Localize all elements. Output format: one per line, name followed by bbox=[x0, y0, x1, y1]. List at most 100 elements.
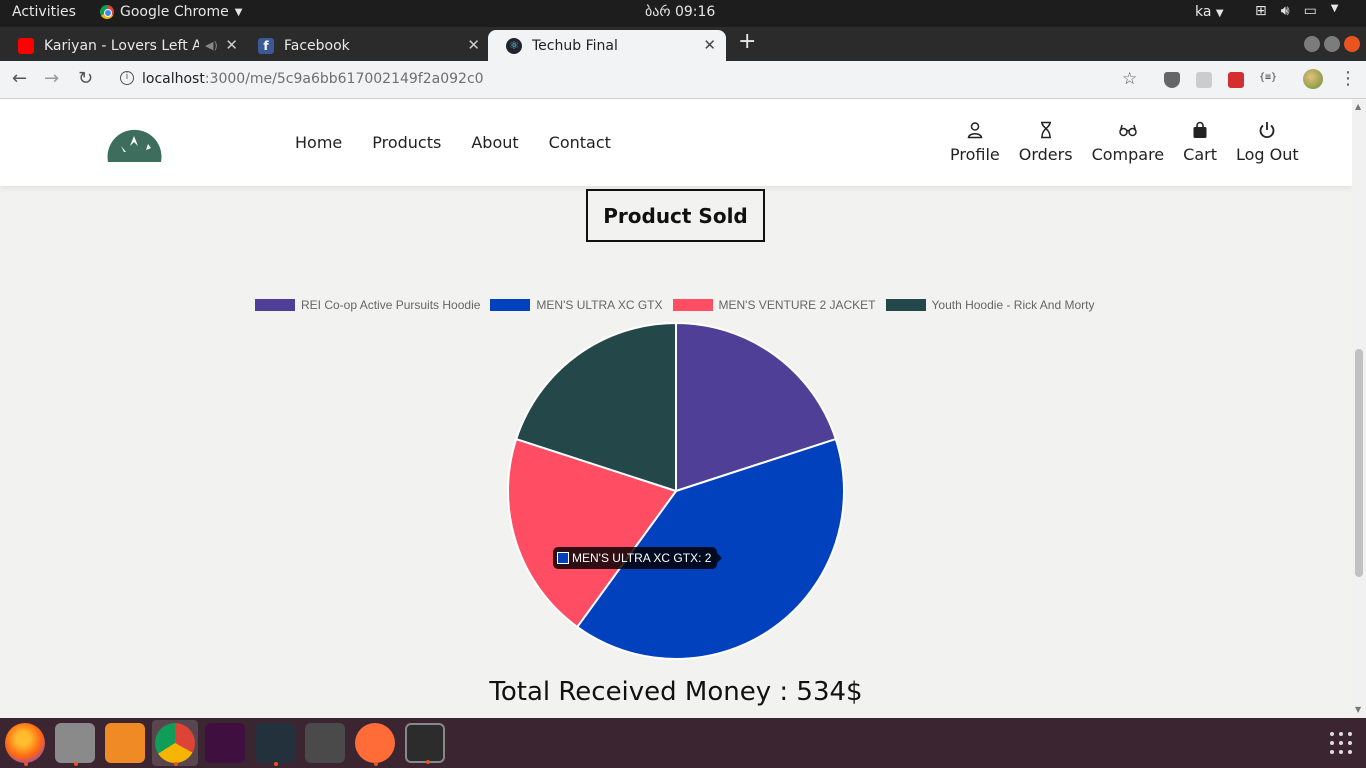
terminal-icon[interactable] bbox=[405, 723, 445, 764]
tab-label: Kariyan - Lovers Left A bbox=[44, 37, 199, 54]
system-tray[interactable]: ⊞ 🔊︎ ▭ ▼ bbox=[1255, 3, 1339, 19]
app-name: Google Chrome bbox=[120, 4, 229, 20]
nav-home[interactable]: Home bbox=[295, 133, 342, 152]
chrome-icon bbox=[100, 5, 114, 19]
menu-icon[interactable]: ⋮ bbox=[1339, 68, 1357, 89]
software-icon[interactable] bbox=[105, 723, 145, 763]
info-icon[interactable]: i bbox=[120, 71, 134, 85]
show-applications-icon[interactable] bbox=[1330, 732, 1352, 754]
audio-icon[interactable]: ◀) bbox=[205, 39, 218, 52]
facebook-icon: f bbox=[258, 37, 274, 54]
close-tab-icon[interactable]: ✕ bbox=[225, 36, 238, 54]
site-header: Home Products About Contact Profile Orde… bbox=[0, 99, 1352, 186]
nav-products[interactable]: Products bbox=[372, 133, 441, 152]
legend-swatch bbox=[490, 299, 531, 311]
bookmark-star-icon[interactable]: ☆ bbox=[1122, 69, 1137, 89]
json-extension-icon[interactable]: {≡} bbox=[1259, 72, 1277, 88]
window-controls bbox=[1304, 36, 1360, 52]
maximize-button[interactable] bbox=[1324, 36, 1340, 52]
url-text: localhost:3000/me/5c9a6bb617002149f2a092… bbox=[142, 71, 484, 87]
slack-icon[interactable] bbox=[205, 723, 245, 763]
shopping-bag-icon bbox=[1193, 121, 1207, 138]
close-window-button[interactable] bbox=[1344, 36, 1360, 52]
total-received-money: Total Received Money : 534$ bbox=[489, 677, 863, 707]
tooltip-text: MEN'S ULTRA XC GTX: 2 bbox=[572, 551, 712, 565]
tab-strip: Kariyan - Lovers Left A ◀) ✕ f Facebook … bbox=[0, 27, 1366, 61]
main-nav: Home Products About Contact bbox=[295, 133, 611, 152]
battery-icon: ▭ bbox=[1303, 3, 1317, 19]
chart-legend: REI Co-op Active Pursuits Hoodie MEN'S UL… bbox=[255, 298, 1104, 312]
files-icon[interactable] bbox=[55, 723, 95, 766]
profile-avatar[interactable] bbox=[1303, 69, 1323, 89]
minimize-button[interactable] bbox=[1304, 36, 1320, 52]
page-scrollbar[interactable]: ▲ ▼ bbox=[1352, 99, 1366, 718]
tab-youtube[interactable]: Kariyan - Lovers Left A ◀) ✕ bbox=[0, 30, 248, 61]
legend-item[interactable]: REI Co-op Active Pursuits Hoodie bbox=[255, 298, 480, 312]
network-icon: ⊞ bbox=[1255, 3, 1267, 19]
keyboard-layout[interactable]: ka ▼ bbox=[1195, 4, 1224, 20]
url-path: :3000/me/5c9a6bb617002149f2a092c0 bbox=[204, 71, 484, 87]
shield-extension-icon[interactable] bbox=[1164, 72, 1180, 88]
power-icon bbox=[1259, 122, 1275, 139]
reload-button[interactable]: ↻ bbox=[78, 68, 93, 89]
sublime-icon[interactable] bbox=[305, 723, 345, 763]
vscode-icon[interactable] bbox=[255, 723, 295, 766]
tab-label: Facebook bbox=[284, 37, 350, 54]
mountain-logo-icon[interactable] bbox=[106, 120, 163, 166]
user-nav: Profile Orders Compare Cart Log Out bbox=[950, 121, 1299, 164]
back-button[interactable]: ← bbox=[12, 68, 27, 89]
app-menu[interactable]: Google Chrome ▼ bbox=[100, 4, 242, 20]
postman-icon[interactable] bbox=[355, 723, 395, 766]
legend-item[interactable]: Youth Hoodie - Rick And Morty bbox=[885, 298, 1095, 312]
firefox-icon[interactable] bbox=[5, 723, 45, 766]
legend-swatch bbox=[255, 299, 295, 311]
nav-cart-label: Cart bbox=[1183, 145, 1217, 164]
close-tab-icon[interactable]: ✕ bbox=[703, 36, 716, 54]
scrollbar-thumb[interactable] bbox=[1355, 349, 1363, 577]
legend-swatch bbox=[885, 299, 926, 311]
url-host: localhost bbox=[142, 71, 205, 87]
extension-icon[interactable] bbox=[1228, 72, 1244, 88]
section-title: Product Sold bbox=[586, 189, 765, 242]
nav-compare-label: Compare bbox=[1091, 145, 1165, 164]
legend-label: Youth Hoodie - Rick And Morty bbox=[931, 298, 1095, 312]
clock[interactable]: ბარ 09:16 bbox=[645, 4, 715, 20]
volume-icon: 🔊︎ bbox=[1280, 3, 1290, 19]
product-sold-pie-chart[interactable] bbox=[505, 320, 847, 662]
nav-orders[interactable]: Orders bbox=[1019, 121, 1073, 164]
chevron-down-icon: ▼ bbox=[1215, 8, 1224, 19]
address-bar[interactable]: i localhost:3000/me/5c9a6bb617002149f2a0… bbox=[110, 65, 1150, 95]
tab-label: Techub Final bbox=[532, 37, 618, 54]
nav-profile-label: Profile bbox=[950, 145, 1000, 164]
nav-orders-label: Orders bbox=[1018, 145, 1073, 164]
scroll-down-arrow-icon[interactable]: ▼ bbox=[1355, 705, 1361, 714]
legend-swatch bbox=[672, 299, 713, 311]
nav-logout[interactable]: Log Out bbox=[1236, 121, 1299, 164]
extension-icon[interactable] bbox=[1196, 72, 1212, 88]
forward-button[interactable]: → bbox=[44, 68, 59, 89]
chart-tooltip: MEN'S ULTRA XC GTX: 2 bbox=[553, 547, 723, 569]
nav-profile[interactable]: Profile bbox=[950, 121, 1000, 164]
tooltip-swatch bbox=[557, 552, 569, 564]
legend-item[interactable]: MEN'S VENTURE 2 JACKET bbox=[672, 298, 876, 312]
system-top-bar: Activities Google Chrome ▼ ბარ 09:16 ka … bbox=[0, 0, 1366, 27]
activities-button[interactable]: Activities bbox=[12, 4, 76, 20]
legend-item[interactable]: MEN'S ULTRA XC GTX bbox=[490, 298, 663, 312]
nav-cart[interactable]: Cart bbox=[1183, 121, 1217, 164]
nav-about[interactable]: About bbox=[471, 133, 518, 152]
new-tab-button[interactable]: + bbox=[738, 29, 756, 54]
close-tab-icon[interactable]: ✕ bbox=[467, 36, 480, 54]
hourglass-icon bbox=[1040, 121, 1051, 139]
scroll-up-arrow-icon[interactable]: ▲ bbox=[1355, 102, 1361, 111]
nav-contact[interactable]: Contact bbox=[549, 133, 611, 152]
chevron-down-icon: ▼ bbox=[1330, 3, 1339, 14]
chrome-icon[interactable] bbox=[155, 723, 195, 766]
nav-compare[interactable]: Compare bbox=[1091, 121, 1165, 164]
legend-label: REI Co-op Active Pursuits Hoodie bbox=[301, 298, 481, 312]
keyboard-layout-label: ka bbox=[1195, 4, 1212, 20]
react-icon: ⚛ bbox=[506, 37, 522, 54]
tab-facebook[interactable]: f Facebook ✕ bbox=[240, 30, 490, 61]
ubuntu-dock bbox=[0, 718, 1366, 768]
legend-label: MEN'S ULTRA XC GTX bbox=[536, 298, 663, 312]
tab-techub[interactable]: ⚛ Techub Final ✕ bbox=[488, 30, 726, 61]
